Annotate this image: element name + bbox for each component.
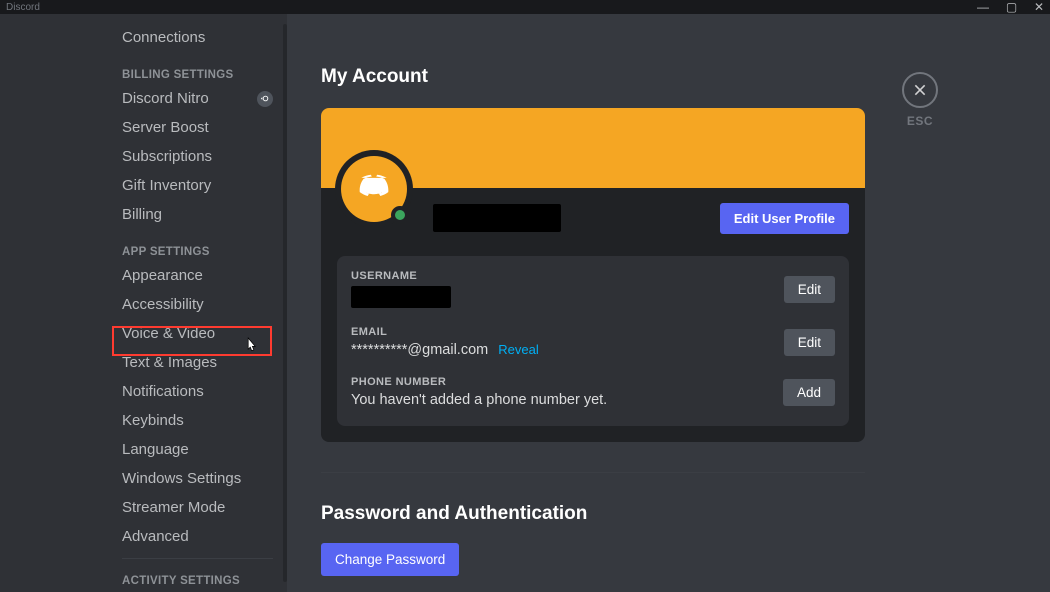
email-value: **********@gmail.com [351, 342, 488, 358]
edit-email-button[interactable]: Edit [784, 329, 835, 356]
maximize-button[interactable]: ▢ [1006, 0, 1017, 14]
sidebar-item-server-boost[interactable]: Server Boost [114, 114, 281, 141]
phone-label: Phone Number [351, 376, 607, 388]
sidebar-item-language[interactable]: Language [114, 436, 281, 463]
sidebar-item-gift-inventory[interactable]: Gift Inventory [114, 172, 281, 199]
sidebar-item-streamer-mode[interactable]: Streamer Mode [114, 494, 281, 521]
sidebar-header-billing-settings: Billing Settings [114, 53, 281, 85]
section-divider [321, 472, 865, 473]
close-window-button[interactable]: ✕ [1034, 0, 1044, 14]
field-phone: Phone Number You haven't added a phone n… [351, 376, 835, 408]
username-value-redacted [351, 286, 451, 308]
username-label: Username [351, 270, 451, 282]
sidebar-item-discord-nitro[interactable]: Discord Nitro [114, 85, 281, 112]
close-icon [912, 82, 928, 98]
reveal-email-link[interactable]: Reveal [498, 342, 538, 357]
avatar-wrapper [335, 150, 413, 228]
email-label: Email [351, 326, 539, 338]
field-email: Email **********@gmail.com Reveal Edit [351, 326, 835, 358]
nitro-icon [257, 91, 273, 107]
sidebar-item-subscriptions[interactable]: Subscriptions [114, 143, 281, 170]
sidebar-item-connections[interactable]: Connections [114, 24, 281, 51]
username-display [433, 204, 561, 232]
sidebar-header-app-settings: App Settings [114, 230, 281, 262]
add-phone-button[interactable]: Add [783, 379, 835, 406]
edit-username-button[interactable]: Edit [784, 276, 835, 303]
sidebar-item-advanced[interactable]: Advanced [114, 523, 281, 550]
close-settings-button[interactable] [902, 72, 938, 108]
sidebar-item-keybinds[interactable]: Keybinds [114, 407, 281, 434]
edit-user-profile-button[interactable]: Edit User Profile [720, 203, 849, 234]
cursor-pointer-icon [244, 336, 258, 354]
change-password-button[interactable]: Change Password [321, 543, 459, 576]
avatar[interactable] [341, 156, 407, 222]
discord-logo-icon [355, 170, 393, 208]
password-auth-title: Password and Authentication [321, 503, 901, 525]
field-username: Username Edit [351, 270, 835, 308]
sidebar-item-notifications[interactable]: Notifications [114, 378, 281, 405]
app-name: Discord [6, 2, 40, 13]
sidebar-header-activity-settings: Activity Settings [114, 559, 281, 591]
settings-sidebar: Connections Billing Settings Discord Nit… [0, 14, 287, 592]
minimize-button[interactable]: — [977, 0, 989, 14]
close-keybind-label: ESC [900, 114, 940, 128]
sidebar-item-windows-settings[interactable]: Windows Settings [114, 465, 281, 492]
account-card: Edit User Profile Username Edit Email [321, 108, 865, 442]
settings-content: My Account Edit User Profile [287, 14, 1050, 592]
sidebar-item-accessibility[interactable]: Accessibility [114, 291, 281, 318]
status-online-icon [391, 206, 409, 224]
page-title: My Account [321, 66, 901, 88]
titlebar: Discord — ▢ ✕ [0, 0, 1050, 14]
sidebar-item-appearance[interactable]: Appearance [114, 262, 281, 289]
phone-value: You haven't added a phone number yet. [351, 392, 607, 408]
window-controls: — ▢ ✕ [963, 0, 1044, 14]
sidebar-item-billing[interactable]: Billing [114, 201, 281, 228]
